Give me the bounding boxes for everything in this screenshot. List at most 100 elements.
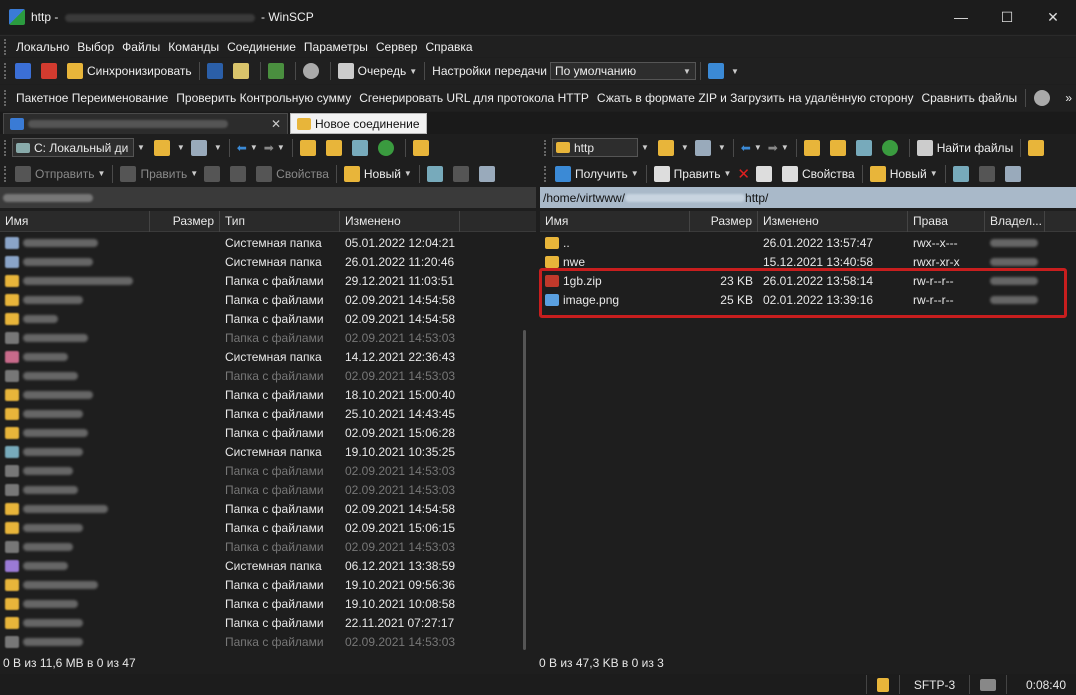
menu-help[interactable]: Справка bbox=[421, 40, 476, 54]
filter-button[interactable]: ▼ bbox=[692, 137, 729, 159]
menu-mark[interactable]: Выбор bbox=[73, 40, 118, 54]
back-button[interactable]: ⬅ ▼ bbox=[234, 137, 261, 159]
local-scrollbar[interactable] bbox=[523, 330, 526, 650]
maximize-button[interactable]: ☐ bbox=[984, 0, 1030, 34]
local-path-bar[interactable] bbox=[0, 187, 536, 208]
table-row[interactable]: Папка с файлами 02.09.2021 14:53:03 bbox=[0, 632, 536, 651]
deselect-button[interactable] bbox=[976, 163, 1002, 185]
root-dir-button[interactable] bbox=[323, 137, 349, 159]
close-button[interactable]: ✕ bbox=[1030, 0, 1076, 34]
table-row[interactable]: Папка с файлами 19.10.2021 09:56:36 bbox=[0, 575, 536, 594]
table-row[interactable]: Папка с файлами 02.09.2021 14:54:58 bbox=[0, 309, 536, 328]
remote-file-list[interactable]: .. 26.01.2022 13:57:47 rwx--x--- nwe 15.12.2… bbox=[540, 233, 1076, 654]
table-row[interactable]: Папка с файлами 18.10.2021 15:00:40 bbox=[0, 385, 536, 404]
forward-button[interactable]: ➡ ▼ bbox=[261, 137, 288, 159]
table-row[interactable]: Системная папка 26.01.2022 11:20:46 bbox=[0, 252, 536, 271]
col-modified[interactable]: Изменено bbox=[340, 211, 460, 232]
new-button[interactable]: Новый ▼ bbox=[867, 163, 941, 185]
table-row[interactable]: Папка с файлами 02.09.2021 15:06:15 bbox=[0, 518, 536, 537]
checksum-button[interactable]: Проверить Контрольную сумму bbox=[172, 87, 355, 109]
table-row[interactable]: Папка с файлами 02.09.2021 14:53:03 bbox=[0, 537, 536, 556]
menu-session[interactable]: Соединение bbox=[223, 40, 300, 54]
table-row[interactable]: nwe 15.12.2021 13:40:58 rwxr-xr-x bbox=[540, 252, 1076, 271]
col-modified[interactable]: Изменено bbox=[758, 211, 908, 232]
menu-options[interactable]: Параметры bbox=[300, 40, 372, 54]
chevron-down-icon[interactable]: ▼ bbox=[641, 143, 649, 152]
select-all-button[interactable] bbox=[950, 163, 976, 185]
table-row[interactable]: Папка с файлами 02.09.2021 14:53:03 bbox=[0, 461, 536, 480]
col-size[interactable]: Размер bbox=[690, 211, 758, 232]
table-row[interactable]: Системная папка 05.01.2022 12:04:21 bbox=[0, 233, 536, 252]
remote-dir-select[interactable]: http bbox=[552, 138, 638, 157]
menu-local[interactable]: Локально bbox=[12, 40, 73, 54]
refresh-button[interactable] bbox=[375, 137, 401, 159]
col-size[interactable]: Размер bbox=[150, 211, 220, 232]
queue-button[interactable]: Очередь ▼ bbox=[335, 60, 421, 82]
bookmark-button[interactable] bbox=[410, 137, 436, 159]
toolbar-grip[interactable] bbox=[4, 38, 8, 55]
synchronize-button[interactable]: Синхронизировать bbox=[64, 60, 195, 82]
rename-button[interactable] bbox=[227, 163, 253, 185]
edit-button[interactable]: Править ▼ bbox=[117, 163, 201, 185]
transfer-options-button[interactable]: ▼ bbox=[705, 60, 742, 82]
table-row[interactable]: Папка с файлами 25.10.2021 14:43:45 bbox=[0, 404, 536, 423]
close-icon[interactable]: ✕ bbox=[271, 117, 281, 131]
deselect-button[interactable] bbox=[450, 163, 476, 185]
delete-button[interactable]: ✕ bbox=[734, 163, 753, 185]
table-row[interactable]: Папка с файлами 02.09.2021 14:53:03 bbox=[0, 366, 536, 385]
custom-commands-settings-button[interactable] bbox=[1030, 87, 1058, 109]
toolbar-grip[interactable] bbox=[4, 63, 8, 79]
bookmark-button[interactable] bbox=[1025, 137, 1051, 159]
filter-select-button[interactable] bbox=[1002, 163, 1028, 185]
new-button[interactable]: Новый ▼ bbox=[341, 163, 415, 185]
zip-upload-button[interactable]: Сжать в формате ZIP и Загрузить на удалё… bbox=[593, 87, 918, 109]
table-row[interactable]: Папка с файлами 02.09.2021 14:54:58 bbox=[0, 290, 536, 309]
batch-rename-button[interactable]: Пакетное Переименование bbox=[12, 87, 172, 109]
table-row[interactable]: .. 26.01.2022 13:57:47 rwx--x--- bbox=[540, 233, 1076, 252]
table-row[interactable]: Системная папка 19.10.2021 10:35:25 bbox=[0, 442, 536, 461]
rename-button[interactable] bbox=[753, 163, 779, 185]
back-button[interactable]: ⬅ ▼ bbox=[738, 137, 765, 159]
toolbar-overflow-button[interactable]: » bbox=[1061, 87, 1076, 109]
col-name[interactable]: Имя bbox=[0, 211, 150, 232]
menu-files[interactable]: Файлы bbox=[118, 40, 164, 54]
table-row[interactable]: Папка с файлами 02.09.2021 14:53:03 bbox=[0, 480, 536, 499]
select-all-button[interactable] bbox=[424, 163, 450, 185]
properties-button[interactable]: Свойства bbox=[253, 163, 332, 185]
sync-browse-button[interactable] bbox=[38, 60, 64, 82]
col-name[interactable]: Имя bbox=[540, 211, 690, 232]
compare-files-button[interactable]: Сравнить файлы bbox=[917, 87, 1021, 109]
compare-dirs-button[interactable] bbox=[12, 60, 38, 82]
forward-button[interactable]: ➡ ▼ bbox=[765, 137, 792, 159]
filter-button[interactable]: ▼ bbox=[188, 137, 225, 159]
parent-dir-button[interactable] bbox=[801, 137, 827, 159]
tab-new-connection[interactable]: Новое соединение bbox=[290, 113, 427, 134]
table-row[interactable]: Папка с файлами 22.11.2021 07:27:17 bbox=[0, 613, 536, 632]
local-drive-select[interactable]: C: Локальный ди bbox=[12, 138, 134, 157]
remote-path-bar[interactable]: /home/virtwww/http/ bbox=[540, 187, 1076, 208]
col-type[interactable]: Тип bbox=[220, 211, 340, 232]
find-files-button[interactable]: Найти файлы bbox=[914, 137, 1016, 159]
transfer-preset-select[interactable]: По умолчанию ▼ bbox=[549, 62, 696, 80]
delete-button[interactable] bbox=[201, 163, 227, 185]
table-row[interactable]: 1gb.zip 23 KB 26.01.2022 13:58:14 rw-r--r-- bbox=[540, 271, 1076, 290]
toolbar-grip[interactable] bbox=[544, 139, 548, 156]
preferences-button[interactable] bbox=[300, 60, 326, 82]
table-row[interactable]: Папка с файлами 02.09.2021 14:53:03 bbox=[0, 328, 536, 347]
sync-panels-button[interactable] bbox=[265, 60, 291, 82]
col-permissions[interactable]: Права bbox=[908, 211, 985, 232]
table-row[interactable]: Папка с файлами 29.12.2021 11:03:51 bbox=[0, 271, 536, 290]
home-button[interactable] bbox=[853, 137, 879, 159]
generate-url-button[interactable]: Сгенерировать URL для протокола HTTP bbox=[355, 87, 593, 109]
refresh-button[interactable] bbox=[879, 137, 905, 159]
download-button[interactable]: Получить ▼ bbox=[552, 163, 642, 185]
toolbar-grip[interactable] bbox=[4, 139, 8, 156]
chevron-down-icon[interactable]: ▼ bbox=[137, 143, 145, 152]
putty-button[interactable] bbox=[230, 60, 256, 82]
console-button[interactable] bbox=[204, 60, 230, 82]
table-row[interactable]: Папка с файлами 02.09.2021 14:54:58 bbox=[0, 499, 536, 518]
properties-button[interactable]: Свойства bbox=[779, 163, 858, 185]
minimize-button[interactable]: — bbox=[938, 0, 984, 34]
parent-dir-button[interactable] bbox=[297, 137, 323, 159]
table-row[interactable]: image.png 25 KB 02.01.2022 13:39:16 rw-r--r… bbox=[540, 290, 1076, 309]
